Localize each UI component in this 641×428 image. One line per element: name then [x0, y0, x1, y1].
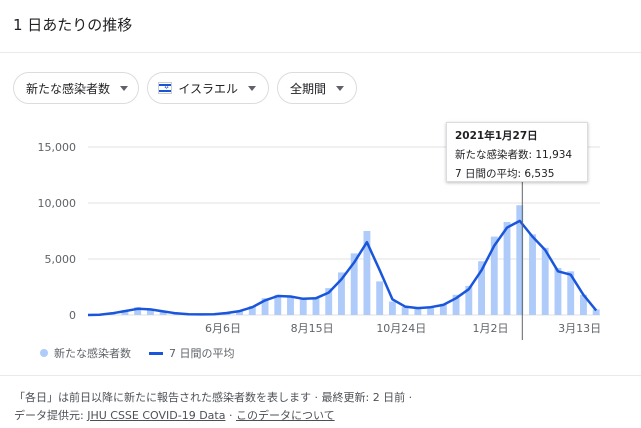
legend-bars-label: 新たな感染者数 — [54, 347, 131, 360]
period-dropdown-label: 全期間 — [290, 81, 327, 96]
case-bar — [554, 267, 562, 315]
legend-line-swatch — [149, 351, 163, 355]
legend-bars-swatch — [40, 349, 48, 357]
case-bar — [312, 297, 320, 315]
x-tick-label: 8月15日 — [291, 322, 334, 335]
tooltip-date: 2021年1月27日 — [455, 130, 538, 142]
tooltip-average: 7 日間の平均: 6,535 — [455, 168, 555, 180]
y-tick-label: 0 — [69, 309, 76, 322]
chevron-down-icon — [336, 85, 345, 91]
about-data-link[interactable]: このデータについて — [236, 409, 335, 422]
page-title: 1 日あたりの推移 — [13, 16, 133, 34]
case-bar — [376, 281, 384, 315]
tooltip-cases: 新たな感染者数: 11,934 — [455, 149, 573, 161]
legend-line-label: 7 日間の平均 — [169, 347, 235, 360]
case-bar — [299, 298, 307, 315]
y-tick-label: 10,000 — [38, 197, 77, 210]
source-link[interactable]: JHU CSSE COVID-19 Data — [87, 409, 225, 422]
case-bar — [388, 301, 396, 315]
case-bar — [503, 222, 511, 315]
divider — [0, 52, 641, 53]
country-dropdown[interactable]: ✡ イスラエル — [147, 72, 269, 104]
chevron-down-icon — [248, 85, 256, 91]
country-dropdown-label: イスラエル — [178, 81, 238, 96]
footer-source: データ提供元: JHU CSSE COVID-19 Data · このデータにつ… — [14, 407, 335, 423]
source-prefix: データ提供元: — [14, 409, 88, 422]
israel-flag-icon: ✡ — [158, 82, 173, 94]
case-bar — [541, 247, 549, 315]
divider — [0, 375, 641, 376]
y-tick-label: 5,000 — [45, 253, 77, 266]
metric-dropdown-label: 新たな感染者数 — [26, 81, 111, 96]
x-tick-label: 3月13日 — [558, 322, 601, 335]
case-bar — [287, 295, 294, 315]
footer-note: 「各日」は前日以降に新たに報告された感染者数を表します · 最終更新: 2 日前… — [14, 391, 413, 404]
x-tick-label: 1月2日 — [472, 322, 508, 335]
case-bar — [529, 234, 536, 315]
case-bar — [401, 307, 409, 315]
chevron-down-icon — [120, 85, 129, 91]
x-tick-label: 10月24日 — [376, 322, 426, 335]
footer-separator: · — [225, 409, 236, 422]
period-dropdown[interactable]: 全期間 — [277, 72, 357, 104]
chart-tooltip: 2021年1月27日 新たな感染者数: 11,934 7 日間の平均: 6,53… — [446, 122, 588, 182]
chart-legend: 新たな感染者数 7 日間の平均 — [40, 345, 235, 361]
metric-dropdown[interactable]: 新たな感染者数 — [13, 72, 139, 104]
y-tick-label: 15,000 — [38, 141, 77, 154]
x-tick-label: 6月6日 — [205, 322, 241, 335]
